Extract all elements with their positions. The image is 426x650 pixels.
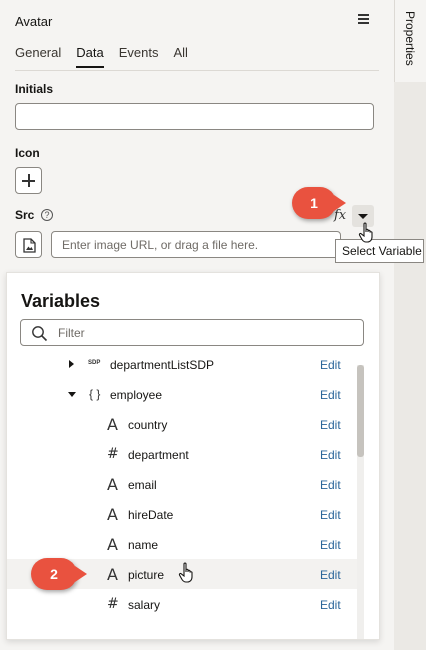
variable-name: employee xyxy=(110,388,163,402)
tab-bar: General Data Events All xyxy=(15,45,188,68)
hand-pointer-icon xyxy=(178,562,193,583)
right-rail: Properties xyxy=(394,0,426,650)
filter-input[interactable]: Filter xyxy=(20,319,364,346)
step-callout-1: 1 xyxy=(292,187,346,219)
step-callout-2: 2 xyxy=(31,558,87,590)
expand-icon[interactable] xyxy=(69,360,74,368)
scrollbar[interactable] xyxy=(357,365,364,639)
number-type-icon: # xyxy=(107,596,119,612)
popup-title: Variables xyxy=(21,291,101,311)
edit-link[interactable]: Edit xyxy=(320,478,341,492)
properties-panel: Avatar General Data Events All Initials … xyxy=(0,0,394,650)
variable-row-department[interactable]: # department Edit xyxy=(7,439,357,469)
number-type-icon: # xyxy=(107,446,119,462)
tab-all[interactable]: All xyxy=(173,45,187,68)
panel-title: Avatar xyxy=(15,14,53,29)
hamburger-menu-icon[interactable] xyxy=(358,14,369,25)
initials-label: Initials xyxy=(15,82,54,96)
variable-name: picture xyxy=(128,568,165,582)
variable-name: departmentListSDP xyxy=(110,358,215,372)
edit-link[interactable]: Edit xyxy=(320,388,341,402)
edit-link[interactable]: Edit xyxy=(320,568,341,582)
variable-row-country[interactable]: A country Edit xyxy=(7,409,357,439)
select-variable-tooltip: Select Variable xyxy=(335,239,424,263)
variable-row-salary[interactable]: # salary Edit xyxy=(7,589,357,619)
string-type-icon: A xyxy=(107,535,118,554)
initials-field[interactable] xyxy=(15,103,374,130)
variable-row-email[interactable]: A email Edit xyxy=(7,469,357,499)
variable-row-name[interactable]: A name Edit xyxy=(7,529,357,559)
variable-row-departmentlistsdp[interactable]: SDP departmentListSDP Edit xyxy=(7,349,357,379)
src-label: Src xyxy=(15,208,35,222)
string-type-icon: A xyxy=(107,415,118,434)
edit-link[interactable]: Edit xyxy=(320,538,341,552)
variable-row-hiredate[interactable]: A hireDate Edit xyxy=(7,499,357,529)
tab-events[interactable]: Events xyxy=(119,45,159,68)
properties-tab-label: Properties xyxy=(403,11,417,66)
object-type-icon: { } xyxy=(89,387,101,401)
edit-link[interactable]: Edit xyxy=(320,448,341,462)
scrollbar-thumb[interactable] xyxy=(357,365,364,457)
sdp-type-icon: SDP xyxy=(88,360,101,366)
edit-link[interactable]: Edit xyxy=(320,358,341,372)
variable-name: country xyxy=(128,418,168,432)
variable-name: name xyxy=(128,538,159,552)
tab-general[interactable]: General xyxy=(15,45,61,68)
variable-name: hireDate xyxy=(128,508,174,522)
variable-name: salary xyxy=(128,598,161,612)
image-file-button[interactable] xyxy=(15,231,42,258)
src-url-input[interactable]: Enter image URL, or drag a file here. xyxy=(51,231,341,258)
edit-link[interactable]: Edit xyxy=(320,508,341,522)
image-file-icon xyxy=(23,238,36,253)
string-type-icon: A xyxy=(107,505,118,524)
variable-name: department xyxy=(128,448,189,462)
hand-pointer-icon xyxy=(358,222,373,243)
tabs-divider xyxy=(15,70,379,71)
add-icon-button[interactable] xyxy=(15,167,42,194)
icon-label: Icon xyxy=(15,146,40,160)
edit-link[interactable]: Edit xyxy=(320,418,341,432)
tab-data[interactable]: Data xyxy=(76,45,104,68)
string-type-icon: A xyxy=(107,565,118,584)
search-icon xyxy=(32,326,48,342)
variable-name: email xyxy=(128,478,157,492)
variable-row-employee[interactable]: { } employee Edit xyxy=(7,379,357,409)
help-icon[interactable]: ? xyxy=(41,209,53,221)
edit-link[interactable]: Edit xyxy=(320,598,341,612)
collapse-icon[interactable] xyxy=(68,392,76,397)
string-type-icon: A xyxy=(107,475,118,494)
filter-placeholder: Filter xyxy=(58,326,85,340)
tab-properties[interactable]: Properties xyxy=(394,0,426,82)
